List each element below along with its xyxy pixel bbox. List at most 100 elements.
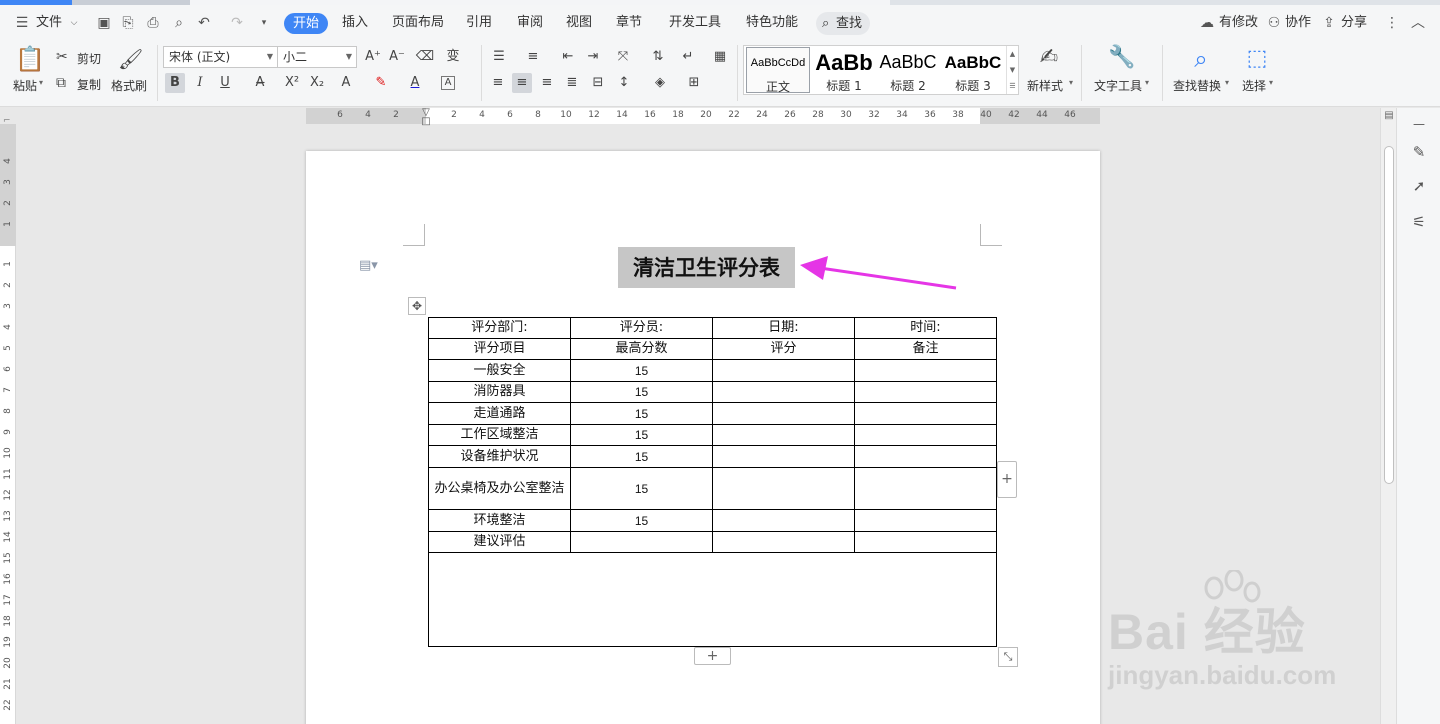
bullet-list-icon[interactable]: ☰ — [489, 47, 509, 67]
quick-access-dropdown-icon[interactable]: ▾ — [256, 15, 272, 31]
style-heading-2[interactable]: AaBbC 标题 2 — [876, 46, 940, 94]
score-cell[interactable] — [712, 424, 855, 446]
italic-icon[interactable]: I — [190, 73, 210, 93]
score-cell[interactable] — [712, 381, 855, 403]
share-button[interactable]: 分享 — [1341, 5, 1367, 41]
remark-cell[interactable] — [854, 402, 997, 425]
column-header-cell[interactable]: 评分 — [712, 338, 855, 360]
item-cell[interactable]: 环境整洁 — [428, 509, 571, 532]
cut-button[interactable]: 剪切 — [77, 50, 101, 67]
copy-button[interactable]: 复制 — [77, 76, 101, 93]
shading-icon[interactable]: ◈ — [650, 73, 670, 93]
item-cell[interactable]: 建议评估 — [428, 531, 571, 553]
more-options-icon[interactable]: ⋮ — [1384, 15, 1400, 31]
max-score-cell[interactable]: 15 — [570, 467, 713, 510]
font-size-dropdown[interactable]: 小二 ▼ — [277, 46, 357, 68]
find-replace-icon[interactable]: ⌕ — [1186, 45, 1216, 73]
text-tools-icon[interactable]: 🔧 — [1108, 45, 1135, 71]
date-label-cell[interactable]: 日期: — [712, 317, 855, 339]
table-resize-icon[interactable]: ⤡ — [998, 647, 1018, 667]
tab-home[interactable]: 开始 — [284, 13, 328, 34]
superscript-icon[interactable]: X² — [282, 73, 302, 93]
max-score-cell[interactable]: 15 — [570, 402, 713, 425]
bold-icon[interactable]: B — [165, 73, 185, 93]
strikethrough-icon[interactable]: A̶ — [250, 73, 270, 93]
text-effect-icon[interactable]: A — [336, 73, 356, 93]
vertical-scrollbar[interactable]: ▤ — [1380, 108, 1396, 724]
document-title[interactable]: 清洁卫生评分表 — [618, 247, 795, 288]
score-cell[interactable] — [712, 509, 855, 532]
increase-indent-icon[interactable]: ⇥ — [583, 47, 603, 67]
max-score-cell[interactable]: 15 — [570, 381, 713, 403]
score-cell[interactable] — [712, 467, 855, 510]
character-border-icon[interactable]: A — [441, 76, 455, 90]
align-center-icon[interactable]: ≡ — [512, 73, 532, 93]
add-column-button[interactable]: + — [997, 461, 1017, 498]
style-normal[interactable]: AaBbCcDd 正文 — [746, 47, 810, 94]
item-cell[interactable]: 走道通路 — [428, 402, 571, 425]
clear-format-icon[interactable]: ⌫ — [415, 47, 435, 67]
decrease-font-size-icon[interactable]: A⁻ — [387, 47, 407, 67]
styles-scroll[interactable]: ▲ ▼ ☰ — [1006, 46, 1018, 94]
dept-label-cell[interactable]: 评分部门: — [428, 317, 571, 339]
align-left-icon[interactable]: ≡ — [488, 73, 508, 93]
item-cell[interactable]: 消防器具 — [428, 381, 571, 403]
numbered-list-icon[interactable]: ≡ — [523, 47, 543, 67]
remark-cell[interactable] — [854, 359, 997, 382]
tab-review[interactable]: 审阅 — [517, 5, 543, 41]
split-view-icon[interactable]: ▤ — [1383, 110, 1395, 122]
remark-cell[interactable] — [854, 424, 997, 446]
collapse-ribbon-icon[interactable]: ︿ — [1410, 15, 1426, 31]
tab-special-features[interactable]: 特色功能 — [746, 5, 798, 41]
underline-icon[interactable]: U — [215, 73, 235, 93]
item-cell[interactable]: 一般安全 — [428, 359, 571, 382]
chevron-down-icon[interactable]: ▾ — [1269, 78, 1273, 87]
remark-cell[interactable] — [854, 467, 997, 510]
scissors-icon[interactable]: ✂ — [56, 49, 68, 65]
hamburger-menu-icon[interactable]: ☰ — [14, 15, 30, 31]
paste-button[interactable]: 粘贴 — [13, 77, 37, 94]
max-score-cell[interactable]: 15 — [570, 359, 713, 382]
subscript-icon[interactable]: X₂ — [307, 73, 327, 93]
decrease-indent-icon[interactable]: ⇤ — [558, 47, 578, 67]
score-cell[interactable] — [712, 359, 855, 382]
copy-icon[interactable]: ⧉ — [56, 75, 66, 91]
increase-font-size-icon[interactable]: A⁺ — [363, 47, 383, 67]
item-cell[interactable]: 办公桌椅及办公室整洁 — [428, 467, 571, 510]
max-score-cell[interactable]: 15 — [570, 424, 713, 446]
print-icon[interactable]: ⎙ — [145, 15, 161, 31]
chevron-down-icon[interactable]: ▾ — [1225, 78, 1229, 87]
max-score-cell[interactable]: 15 — [570, 445, 713, 468]
collaborate-button[interactable]: 协作 — [1285, 5, 1311, 41]
document-options-icon[interactable]: ▤▾ — [359, 258, 378, 273]
remark-cell[interactable] — [854, 531, 997, 553]
align-right-icon[interactable]: ≡ — [537, 73, 557, 93]
chevron-down-icon[interactable]: ▾ — [39, 78, 43, 87]
format-painter-button[interactable]: 格式刷 — [111, 77, 147, 94]
tab-view[interactable]: 视图 — [566, 5, 592, 41]
chevron-down-icon[interactable]: ▾ — [1069, 78, 1073, 87]
remark-cell[interactable] — [854, 509, 997, 532]
max-score-cell[interactable] — [570, 531, 713, 553]
file-menu[interactable]: 文件 — [36, 5, 62, 41]
column-header-cell[interactable]: 备注 — [854, 338, 997, 360]
find-replace-button[interactable]: 查找替换 — [1173, 77, 1221, 94]
justify-icon[interactable]: ≣ — [562, 73, 582, 93]
font-name-dropdown[interactable]: 宋体 (正文) ▼ — [163, 46, 278, 68]
max-score-cell[interactable]: 15 — [570, 509, 713, 532]
chinese-layout-icon[interactable]: ⤧ — [613, 47, 633, 67]
line-spacing-icon[interactable]: ↕ — [614, 73, 634, 93]
tab-chapter[interactable]: 章节 — [616, 5, 642, 41]
save-icon[interactable]: ▣ — [96, 15, 112, 31]
highlight-color-icon[interactable]: ✎ — [371, 73, 391, 93]
new-style-icon[interactable]: ✍ — [1036, 45, 1062, 71]
score-cell[interactable] — [712, 531, 855, 553]
column-header-cell[interactable]: 评分项目 — [428, 338, 571, 360]
style-heading-1[interactable]: AaBb 标题 1 — [812, 46, 876, 94]
remark-cell[interactable] — [854, 381, 997, 403]
rater-label-cell[interactable]: 评分员: — [570, 317, 713, 339]
cursor-icon[interactable]: ➚ — [1409, 176, 1429, 196]
distributed-align-icon[interactable]: ⊟ — [588, 73, 608, 93]
indent-marker-icon[interactable]: ▽ □ — [420, 108, 432, 128]
item-cell[interactable]: 设备维护状况 — [428, 445, 571, 468]
